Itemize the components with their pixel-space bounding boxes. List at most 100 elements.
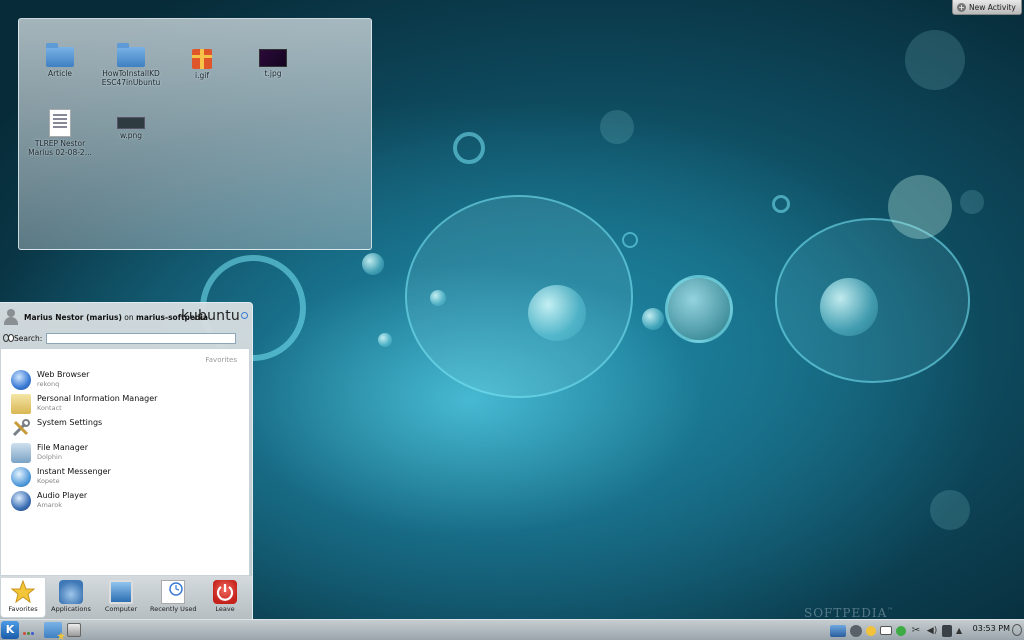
folder-view-widget[interactable]: Article HowToInstallKD ESC47inUbuntu i.g… xyxy=(18,18,372,250)
folder-icon xyxy=(46,43,74,67)
desktop-icon-howto[interactable]: HowToInstallKD ESC47inUbuntu xyxy=(96,43,166,87)
app-name: Instant Messenger xyxy=(37,467,111,476)
desktop-icon-label: Article xyxy=(47,69,73,78)
tab-label: Applications xyxy=(51,605,91,613)
tray-expand-icon[interactable]: ▲ xyxy=(956,625,968,637)
tab-leave[interactable]: Leave xyxy=(202,578,248,618)
wallpaper-bubble xyxy=(905,30,965,90)
update-icon[interactable] xyxy=(896,625,906,636)
network-icon[interactable] xyxy=(830,624,846,637)
wallpaper-bubble xyxy=(642,308,664,330)
disk-icon[interactable] xyxy=(850,624,862,637)
tab-computer[interactable]: Computer xyxy=(98,578,144,618)
battery-icon[interactable] xyxy=(942,624,952,637)
favorite-web-browser[interactable]: Web Browser rekonq xyxy=(9,369,239,391)
system-tray: ✂ ◀) ▲ xyxy=(830,623,968,638)
desktop-pager[interactable] xyxy=(23,628,39,635)
wallpaper-bubble xyxy=(888,175,952,239)
app-sub: Kontact xyxy=(37,404,62,412)
tab-label: Computer xyxy=(104,605,138,613)
desktop-icon-tjpg[interactable]: t.jpg xyxy=(238,49,308,78)
leave-icon xyxy=(213,580,237,604)
kicker-menu-button[interactable]: K xyxy=(1,621,19,639)
desktop-icon-label: i.gif xyxy=(195,71,209,80)
tab-label: Leave xyxy=(215,605,235,613)
app-sub: Kopete xyxy=(37,477,60,485)
tab-favorites[interactable]: Favorites xyxy=(0,578,46,618)
kubuntu-logo-icon xyxy=(241,312,248,319)
desktop-icon-wpng[interactable]: w.png xyxy=(96,109,166,140)
wallpaper-bubble xyxy=(528,285,586,341)
taskbar: K ✂ ◀) ▲ 03:53 PM xyxy=(0,619,1024,640)
watermark-text: SOFTPEDIA xyxy=(804,606,888,620)
user-name: Marius Nestor (marius) xyxy=(24,313,122,322)
wallpaper-ring xyxy=(772,195,790,213)
tab-recently-used[interactable]: Recently Used xyxy=(150,578,196,618)
folder-icon xyxy=(117,43,145,67)
favorite-file-manager[interactable]: File Manager Dolphin xyxy=(9,442,239,464)
mail-icon[interactable] xyxy=(880,626,892,635)
launcher-tabs: Favorites Applications Computer Recently… xyxy=(0,576,252,619)
clock[interactable]: 03:53 PM xyxy=(973,624,1010,633)
weather-icon[interactable] xyxy=(866,625,876,636)
volume-icon[interactable]: ◀) xyxy=(926,625,938,637)
desktop-icon-article[interactable]: Article xyxy=(25,43,95,78)
plus-icon: + xyxy=(957,2,966,12)
wallpaper-bubble xyxy=(378,333,392,347)
desktop-icon-label: HowToInstallKD ESC47inUbuntu xyxy=(101,69,161,87)
search-input[interactable] xyxy=(46,333,236,344)
favorite-audio-player[interactable]: Audio Player Amarok xyxy=(9,490,239,512)
tab-label: Recently Used xyxy=(150,605,197,613)
app-name: File Manager xyxy=(37,443,88,452)
favorites-list: Favorites Web Browser rekonq Personal In… xyxy=(0,348,250,576)
png-image-icon xyxy=(117,117,145,129)
app-name: Personal Information Manager xyxy=(37,394,158,403)
jpg-image-icon xyxy=(259,49,287,67)
desktop-icon-label: t.jpg xyxy=(264,69,282,78)
new-activity-button[interactable]: + New Activity xyxy=(952,0,1022,15)
launcher-header: Marius Nestor (marius) on marius-softped… xyxy=(0,303,252,347)
app-name: System Settings xyxy=(37,418,103,427)
app-sub: Dolphin xyxy=(37,453,62,461)
app-sub: Amarok xyxy=(37,501,63,509)
search-label: Search: xyxy=(14,334,43,343)
file-manager-icon xyxy=(11,443,31,463)
taskbar-dolphin-icon[interactable] xyxy=(44,622,62,638)
desktop-icon-label: w.png xyxy=(119,131,143,140)
wallpaper-bubble xyxy=(362,253,384,275)
new-activity-label: New Activity xyxy=(969,2,1016,12)
pim-icon xyxy=(11,394,31,414)
kubuntu-logo: kubuntu xyxy=(181,308,240,324)
wallpaper-ring xyxy=(453,132,485,164)
clipboard-icon[interactable]: ✂ xyxy=(910,625,922,637)
softpedia-watermark: SOFTPEDIA™ xyxy=(804,606,894,620)
watermark-mark: ™ xyxy=(887,607,895,614)
messenger-icon xyxy=(11,467,31,487)
taskbar-widget-icon[interactable] xyxy=(67,623,81,637)
favorite-pim[interactable]: Personal Information Manager Kontact xyxy=(9,393,239,415)
favorite-instant-messenger[interactable]: Instant Messenger Kopete xyxy=(9,466,239,488)
audio-player-icon xyxy=(11,491,31,511)
app-name: Audio Player xyxy=(37,491,88,500)
wallpaper-ring xyxy=(665,275,733,343)
favorite-system-settings[interactable]: System Settings xyxy=(9,417,239,439)
star-icon xyxy=(10,579,36,604)
user-icon xyxy=(4,309,18,325)
desktop-icon-tlrep[interactable]: TLREP Nestor Marius 02-08-2... xyxy=(25,109,95,157)
wallpaper-bubble xyxy=(930,490,970,530)
document-icon xyxy=(49,109,71,137)
desktop-icon-igif[interactable]: i.gif xyxy=(167,49,237,80)
applications-icon xyxy=(59,580,83,604)
wallpaper-bubble xyxy=(960,190,984,214)
tools-icon xyxy=(11,418,31,438)
recent-icon xyxy=(161,580,185,604)
wallpaper-bubble xyxy=(600,110,634,144)
computer-icon xyxy=(109,580,133,604)
globe-icon xyxy=(11,370,31,390)
panel-cashew-icon[interactable] xyxy=(1012,624,1022,636)
tab-label: Favorites xyxy=(8,605,38,613)
wallpaper-bubble xyxy=(430,290,446,306)
tab-applications[interactable]: Applications xyxy=(48,578,94,618)
wallpaper-bubble xyxy=(820,278,878,336)
section-caption: Favorites xyxy=(205,356,237,364)
